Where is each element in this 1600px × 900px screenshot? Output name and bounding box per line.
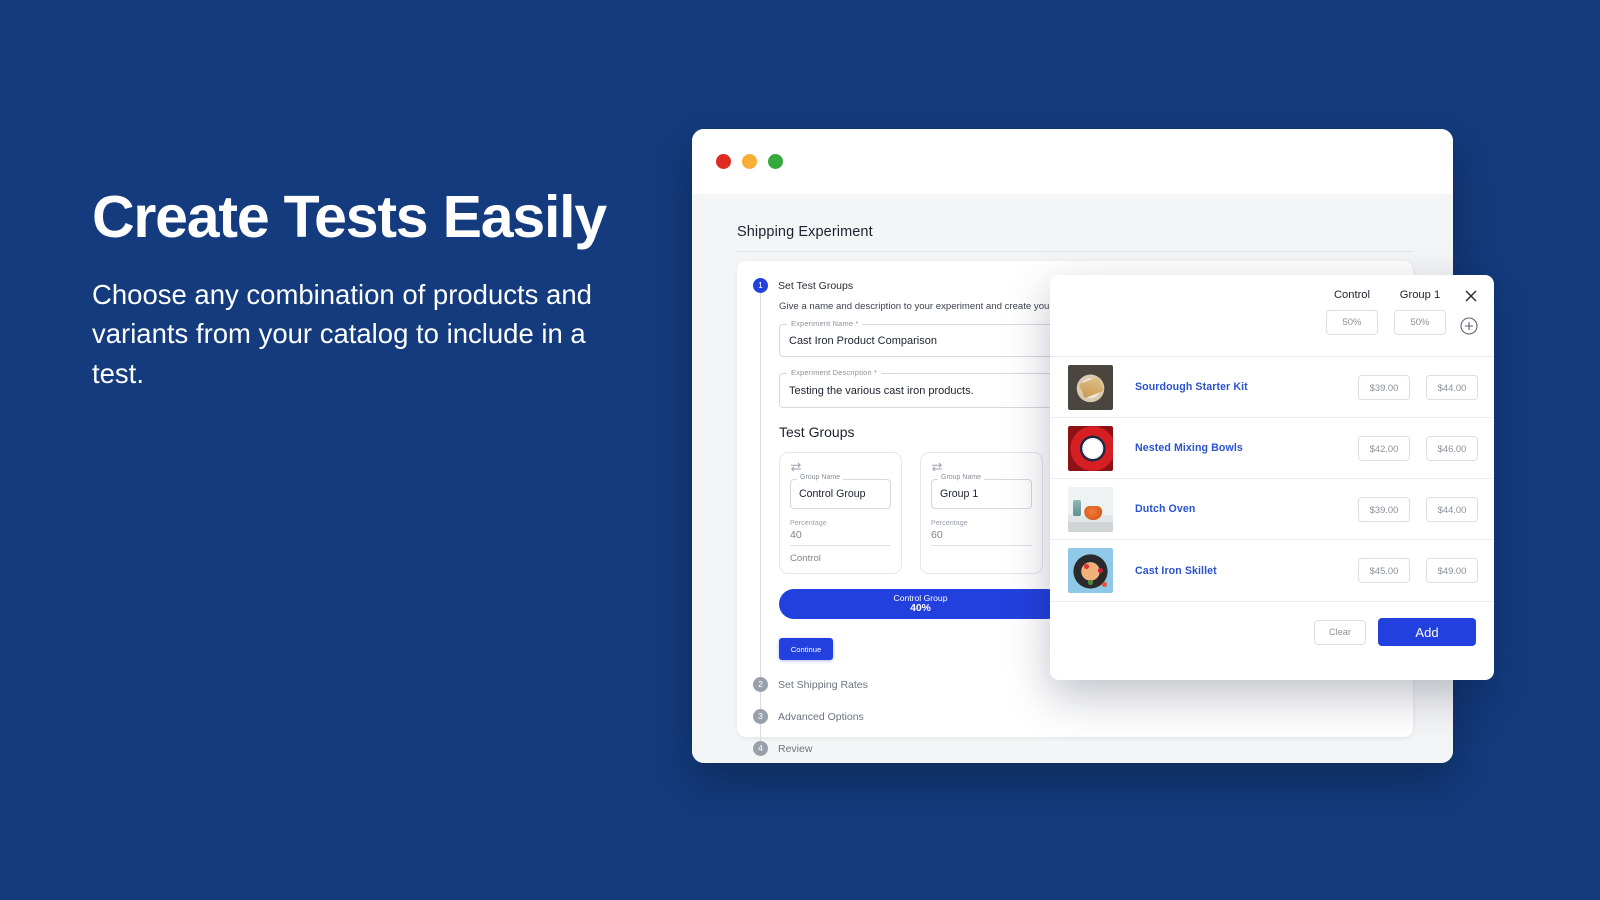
experiment-description-field[interactable]: Experiment Description * Testing the var…	[779, 368, 1069, 408]
experiment-description-value: Testing the various cast iron products.	[789, 384, 974, 397]
product-row[interactable]: Nested Mixing Bowls $42.00 $46.00	[1050, 418, 1494, 479]
column-control: Control 50%	[1326, 289, 1378, 335]
plus-circle-icon[interactable]	[1460, 317, 1478, 335]
control-group-name-legend: Group Name	[797, 474, 844, 481]
experiment-name-field[interactable]: Experiment Name * Cast Iron Product Comp…	[779, 319, 1069, 357]
marketing-copy: Create Tests Easily Choose any combinati…	[92, 186, 692, 393]
swap-arrows-icon[interactable]	[931, 462, 1032, 474]
product-price-control[interactable]: $39.00	[1358, 496, 1410, 522]
product-price-control[interactable]: $45.00	[1358, 558, 1410, 583]
product-name[interactable]: Dutch Oven	[1135, 503, 1342, 515]
maximize-window-icon[interactable]	[768, 154, 783, 169]
control-group-name-field[interactable]: Group Name Control Group	[790, 474, 891, 509]
experiment-name-value: Cast Iron Product Comparison	[789, 334, 937, 347]
title-divider	[737, 251, 1413, 252]
step-4-label: Review	[778, 742, 813, 755]
group1-percentage-label: Percentage	[931, 518, 968, 527]
distribution-bar-percent: 40%	[910, 602, 931, 614]
group1-name-field[interactable]: Group Name Group 1	[931, 474, 1032, 509]
close-window-icon[interactable]	[716, 154, 731, 169]
sourdough-bread-thumb	[1068, 364, 1113, 410]
experiment-description-legend: Experiment Description *	[787, 368, 882, 377]
product-price-group1[interactable]: $46.00	[1426, 435, 1478, 461]
distribution-bar-name: Control Group	[893, 592, 948, 603]
product-picker-modal: Control 50% Group 1 50% Sourdough Starte…	[1050, 275, 1494, 680]
product-price-group1[interactable]: $49.00	[1426, 558, 1478, 583]
nested-bowls-thumb	[1068, 425, 1113, 471]
stepper-connector-3	[737, 724, 1413, 741]
step-2-label: Set Shipping Rates	[778, 678, 868, 691]
test-group-card-group1[interactable]: Group Name Group 1 Percentage 60	[920, 452, 1043, 574]
minimize-window-icon[interactable]	[742, 154, 757, 169]
product-row[interactable]: Sourdough Starter Kit $39.00 $44.00	[1050, 357, 1494, 418]
distribution-bar: Control Group 40%	[779, 589, 1062, 619]
close-icon[interactable]	[1462, 287, 1480, 305]
column-group1-allocation[interactable]: 50%	[1394, 310, 1446, 335]
add-button[interactable]: Add	[1378, 618, 1476, 646]
control-group-percentage-label: Percentage	[790, 518, 827, 527]
group1-name-value: Group 1	[940, 488, 979, 500]
step-2-badge: 2	[753, 677, 768, 692]
group1-name-legend: Group Name	[938, 474, 985, 481]
wizard-step-4[interactable]: 4 Review	[737, 741, 1413, 756]
column-group1: Group 1 50%	[1394, 289, 1446, 335]
stepper-connector-2	[737, 692, 1413, 709]
dutch-oven-thumb	[1068, 486, 1113, 532]
group-allocation-columns: Control 50% Group 1 50%	[1326, 289, 1446, 335]
step-1-badge: 1	[753, 278, 768, 293]
test-group-card-control[interactable]: Group Name Control Group Percentage 40 C…	[779, 452, 902, 574]
page-subcopy: Choose any combination of products and v…	[92, 278, 592, 389]
step-1-label: Set Test Groups	[778, 279, 854, 292]
wizard-step-3[interactable]: 3 Advanced Options	[737, 709, 1413, 724]
column-control-allocation[interactable]: 50%	[1326, 310, 1378, 335]
product-row[interactable]: Dutch Oven $39.00 $44.00	[1050, 479, 1494, 540]
swap-arrows-icon[interactable]	[790, 462, 891, 474]
continue-button[interactable]: Continue	[779, 638, 833, 660]
cast-iron-skillet-thumb	[1068, 548, 1113, 593]
control-group-name-value: Control Group	[799, 488, 866, 500]
step-3-label: Advanced Options	[778, 710, 864, 723]
product-name[interactable]: Sourdough Starter Kit	[1135, 381, 1342, 393]
product-name[interactable]: Nested Mixing Bowls	[1135, 442, 1342, 454]
modal-header: Control 50% Group 1 50%	[1050, 275, 1494, 357]
window-titlebar	[692, 129, 1453, 194]
experiment-name-legend: Experiment Name *	[787, 319, 863, 328]
product-name[interactable]: Cast Iron Skillet	[1135, 565, 1342, 577]
control-group-sub-label: Control	[790, 553, 821, 564]
control-group-percentage-value[interactable]: 40	[790, 529, 891, 546]
product-row[interactable]: Cast Iron Skillet $45.00 $49.00	[1050, 540, 1494, 601]
clear-button[interactable]: Clear	[1314, 619, 1366, 645]
page-headline: Create Tests Easily	[92, 184, 607, 250]
product-list: Sourdough Starter Kit $39.00 $44.00 Nest…	[1050, 357, 1494, 601]
product-price-control[interactable]: $42.00	[1358, 435, 1410, 461]
modal-footer: Clear Add	[1050, 601, 1494, 662]
column-control-label: Control	[1333, 289, 1371, 301]
promo-stage: Create Tests Easily Choose any combinati…	[0, 0, 1600, 900]
column-group1-label: Group 1	[1399, 289, 1441, 301]
product-price-group1[interactable]: $44.00	[1426, 374, 1478, 400]
product-price-control[interactable]: $39.00	[1358, 374, 1410, 400]
step-4-badge: 4	[753, 741, 768, 756]
page-title: Shipping Experiment	[737, 224, 873, 240]
group1-percentage-value[interactable]: 60	[931, 529, 1032, 546]
step-3-badge: 3	[753, 709, 768, 724]
stepper-rail	[753, 293, 768, 660]
product-price-group1[interactable]: $44.00	[1426, 496, 1478, 522]
